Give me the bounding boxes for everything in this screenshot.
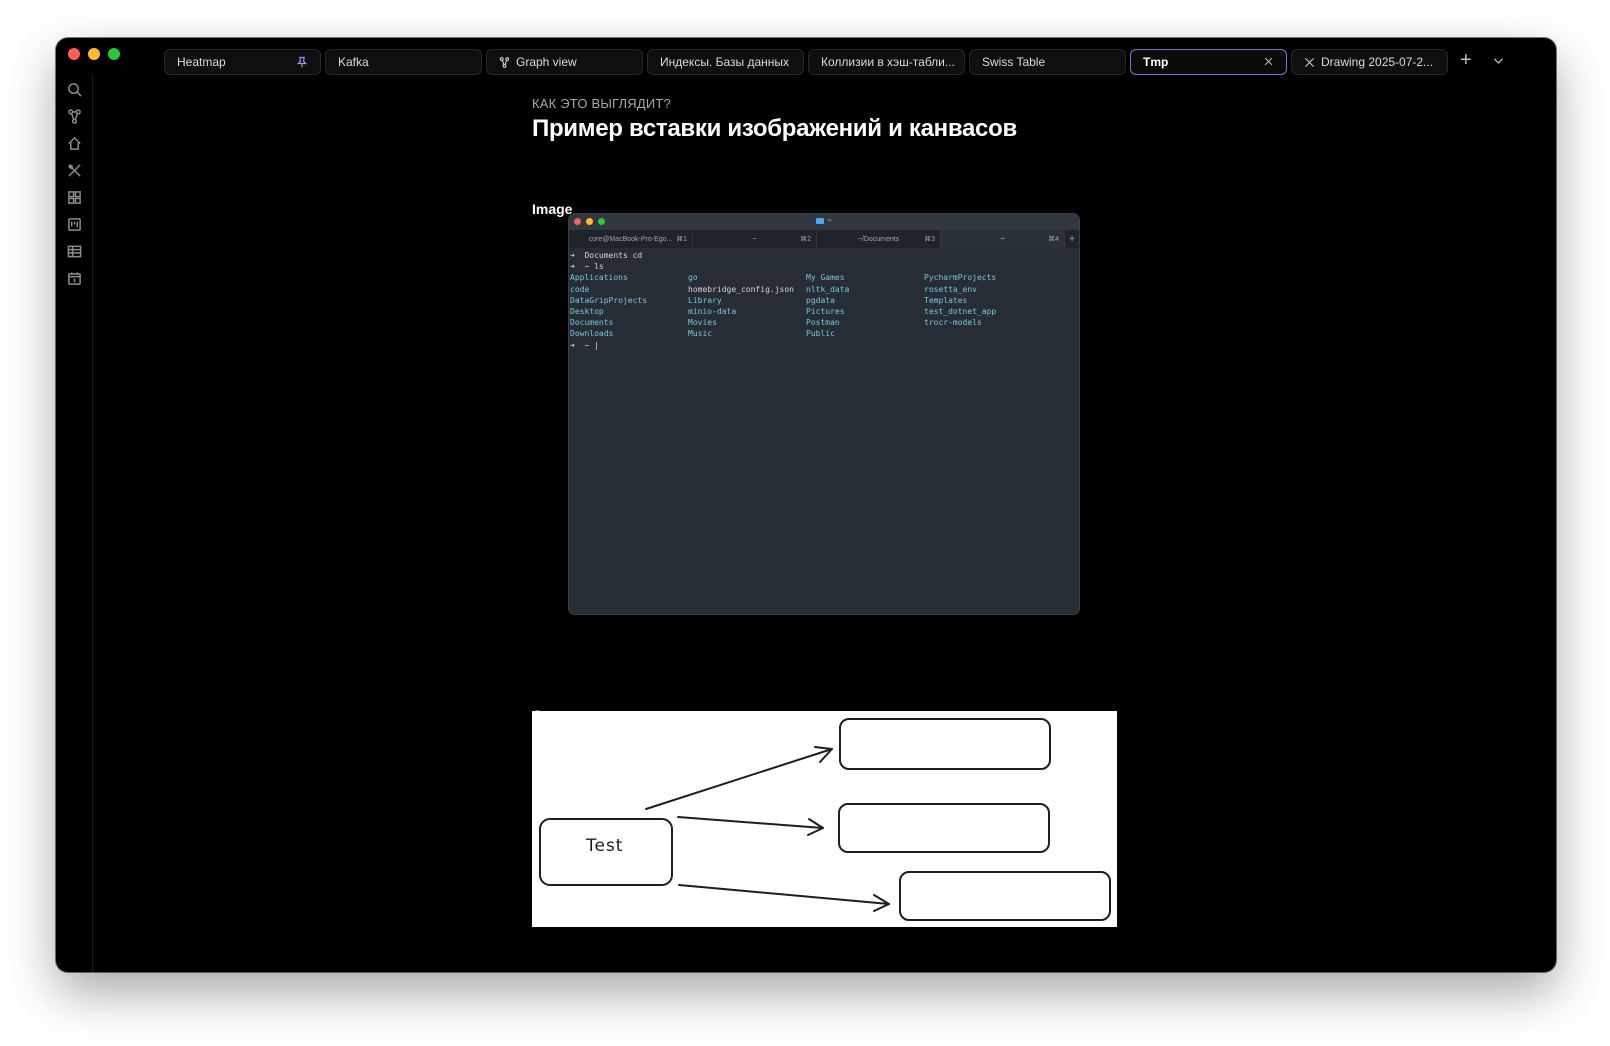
tab-label: Graph view [516,55,577,69]
tab-label: Kafka [338,55,369,69]
page-title: Пример вставки изображений и канвасов [532,115,1017,142]
ls-entry: pgdata [806,295,835,305]
window-controls [68,48,120,60]
ls-entry: nltk_data [806,284,850,294]
image-heading: Image [532,201,573,217]
minimize-window-button[interactable] [88,48,100,60]
kanban-icon[interactable] [65,215,83,233]
chevron-down-icon[interactable] [1492,54,1505,72]
terminal-new-tab-icon: + [1069,233,1075,245]
embedded-canvas[interactable]: Test [532,711,1117,927]
terminal-output: ➜ Documents cd ➜ ~ ls Applications go My G… [569,248,1079,353]
canvas-arrow [677,816,824,829]
canvas-arrow [645,748,833,810]
ls-entry: Applications [570,273,628,283]
ls-entry: rosetta_env [924,284,977,294]
tab-label: Коллизии в хэш-табли... [821,55,955,69]
new-tab-button[interactable]: + [1460,48,1472,72]
terminal-titlebar: ~ [569,214,1079,230]
ls-entry: My Games [806,273,845,283]
terminal-tabs: core@MacBook-Pro-Ego... ⌘1 ~ ⌘2 ~/Document… [569,230,1079,248]
ls-entry: PycharmProjects [924,273,997,283]
terminal-line: ➜ ~ ls [570,262,604,272]
tab-label: Индексы. Базы данных [660,55,790,69]
tab-drawing[interactable]: Drawing 2025-07-2... [1291,49,1448,75]
terminal-line: ➜ ~ | [570,340,599,350]
excalidraw-icon [1304,57,1315,68]
ls-entry: Movies [688,318,717,328]
ls-entry: Pictures [806,307,845,317]
canvas-node-empty [838,803,1050,853]
terminal-tab: core@MacBook-Pro-Ego... ⌘1 [569,230,693,248]
pin-icon[interactable] [296,56,308,71]
canvas-node-label: Test [586,836,624,856]
zoom-window-button[interactable] [108,48,120,60]
tab-label: Heatmap [177,55,226,69]
embedded-terminal-screenshot[interactable]: ~ core@MacBook-Pro-Ego... ⌘1 ~ ⌘2 ~/Docume… [568,213,1080,615]
ls-entry: code [570,284,590,294]
ls-entry: Public [806,329,835,339]
tab-tmp[interactable]: Tmp [1130,49,1287,75]
tab-label: Drawing 2025-07-2... [1321,55,1434,69]
dashboard-icon[interactable] [65,188,83,206]
tab-label: Swiss Table [982,55,1046,69]
ls-entry [924,328,1042,339]
graph-icon [499,56,510,68]
close-tab-icon[interactable] [1263,56,1274,70]
ls-entry: Music [688,329,713,339]
terminal-line: ➜ Documents cd [570,251,643,260]
ls-entry: Postman [806,318,840,328]
tab-label: Tmp [1143,55,1169,69]
ls-entry: DataGripProjects [570,295,648,305]
folder-icon [816,217,825,224]
app-window: Heatmap Kafka Graph view Индексы. Базы д… [56,38,1556,972]
ls-entry: go [688,273,698,283]
ribbon-sidebar [56,74,93,972]
tab-heatmap[interactable]: Heatmap [164,49,321,75]
calendar-icon[interactable] [65,269,83,287]
ls-entry: minio-data [688,307,737,317]
tab-graph-view[interactable]: Graph view [486,49,643,75]
home-icon[interactable] [65,134,83,152]
ls-entry: Documents [570,318,614,328]
note-content: КАК ЭТО ВЫГЛЯДИТ? Пример вставки изображ… [532,96,1132,723]
terminal-tab: ~/Documents ⌘3 [817,230,941,248]
canvas-node-empty [899,871,1111,921]
search-icon[interactable] [65,80,83,98]
terminal-tab: ~ ⌘4 [941,230,1065,248]
ls-entry: Desktop [570,307,604,317]
ls-output: Applications go My Games PycharmProjects cod… [570,272,1078,339]
ls-entry: homebridge_config.json [688,284,794,294]
canvas-arrow [678,884,890,905]
tab-kafka[interactable]: Kafka [325,49,482,75]
tab-hash-collisions[interactable]: Коллизии в хэш-табли... [808,49,965,75]
graph-icon[interactable] [65,107,83,125]
ls-entry: test_dotnet_app [924,307,997,317]
note-kicker: КАК ЭТО ВЫГЛЯДИТ? [532,96,671,111]
canvas-node-empty [839,718,1051,770]
ls-entry: Templates [924,295,968,305]
close-window-button[interactable] [68,48,80,60]
table-icon[interactable] [65,242,83,260]
ls-entry: Library [688,295,722,305]
tab-indexes-db[interactable]: Индексы. Базы данных [647,49,804,75]
canvas-drawing [539,718,1111,921]
tab-bar: Heatmap Kafka Graph view Индексы. Базы д… [164,49,1556,75]
terminal-title: ~ [569,216,1079,225]
terminal-tab: ~ ⌘2 [693,230,817,248]
ls-entry: Downloads [570,329,614,339]
ls-entry: trocr-models [924,318,982,328]
tab-swiss-table[interactable]: Swiss Table [969,49,1126,75]
excalidraw-icon[interactable] [65,161,83,179]
